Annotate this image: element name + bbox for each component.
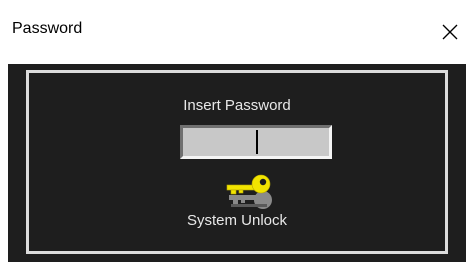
password-panel: Insert Password System Unlock (26, 70, 448, 254)
close-icon (442, 24, 458, 40)
dialog-body: Insert Password System Unlock (8, 64, 466, 262)
password-prompt: Insert Password (183, 97, 291, 114)
close-button[interactable] (428, 8, 474, 56)
window-title: Password (12, 20, 83, 37)
title-bar: Password (0, 0, 474, 64)
system-unlock-label[interactable]: System Unlock (29, 212, 445, 230)
password-input[interactable] (180, 125, 332, 159)
key-icon[interactable] (219, 170, 283, 212)
password-window: Password Insert Password System Unlock (0, 0, 474, 270)
